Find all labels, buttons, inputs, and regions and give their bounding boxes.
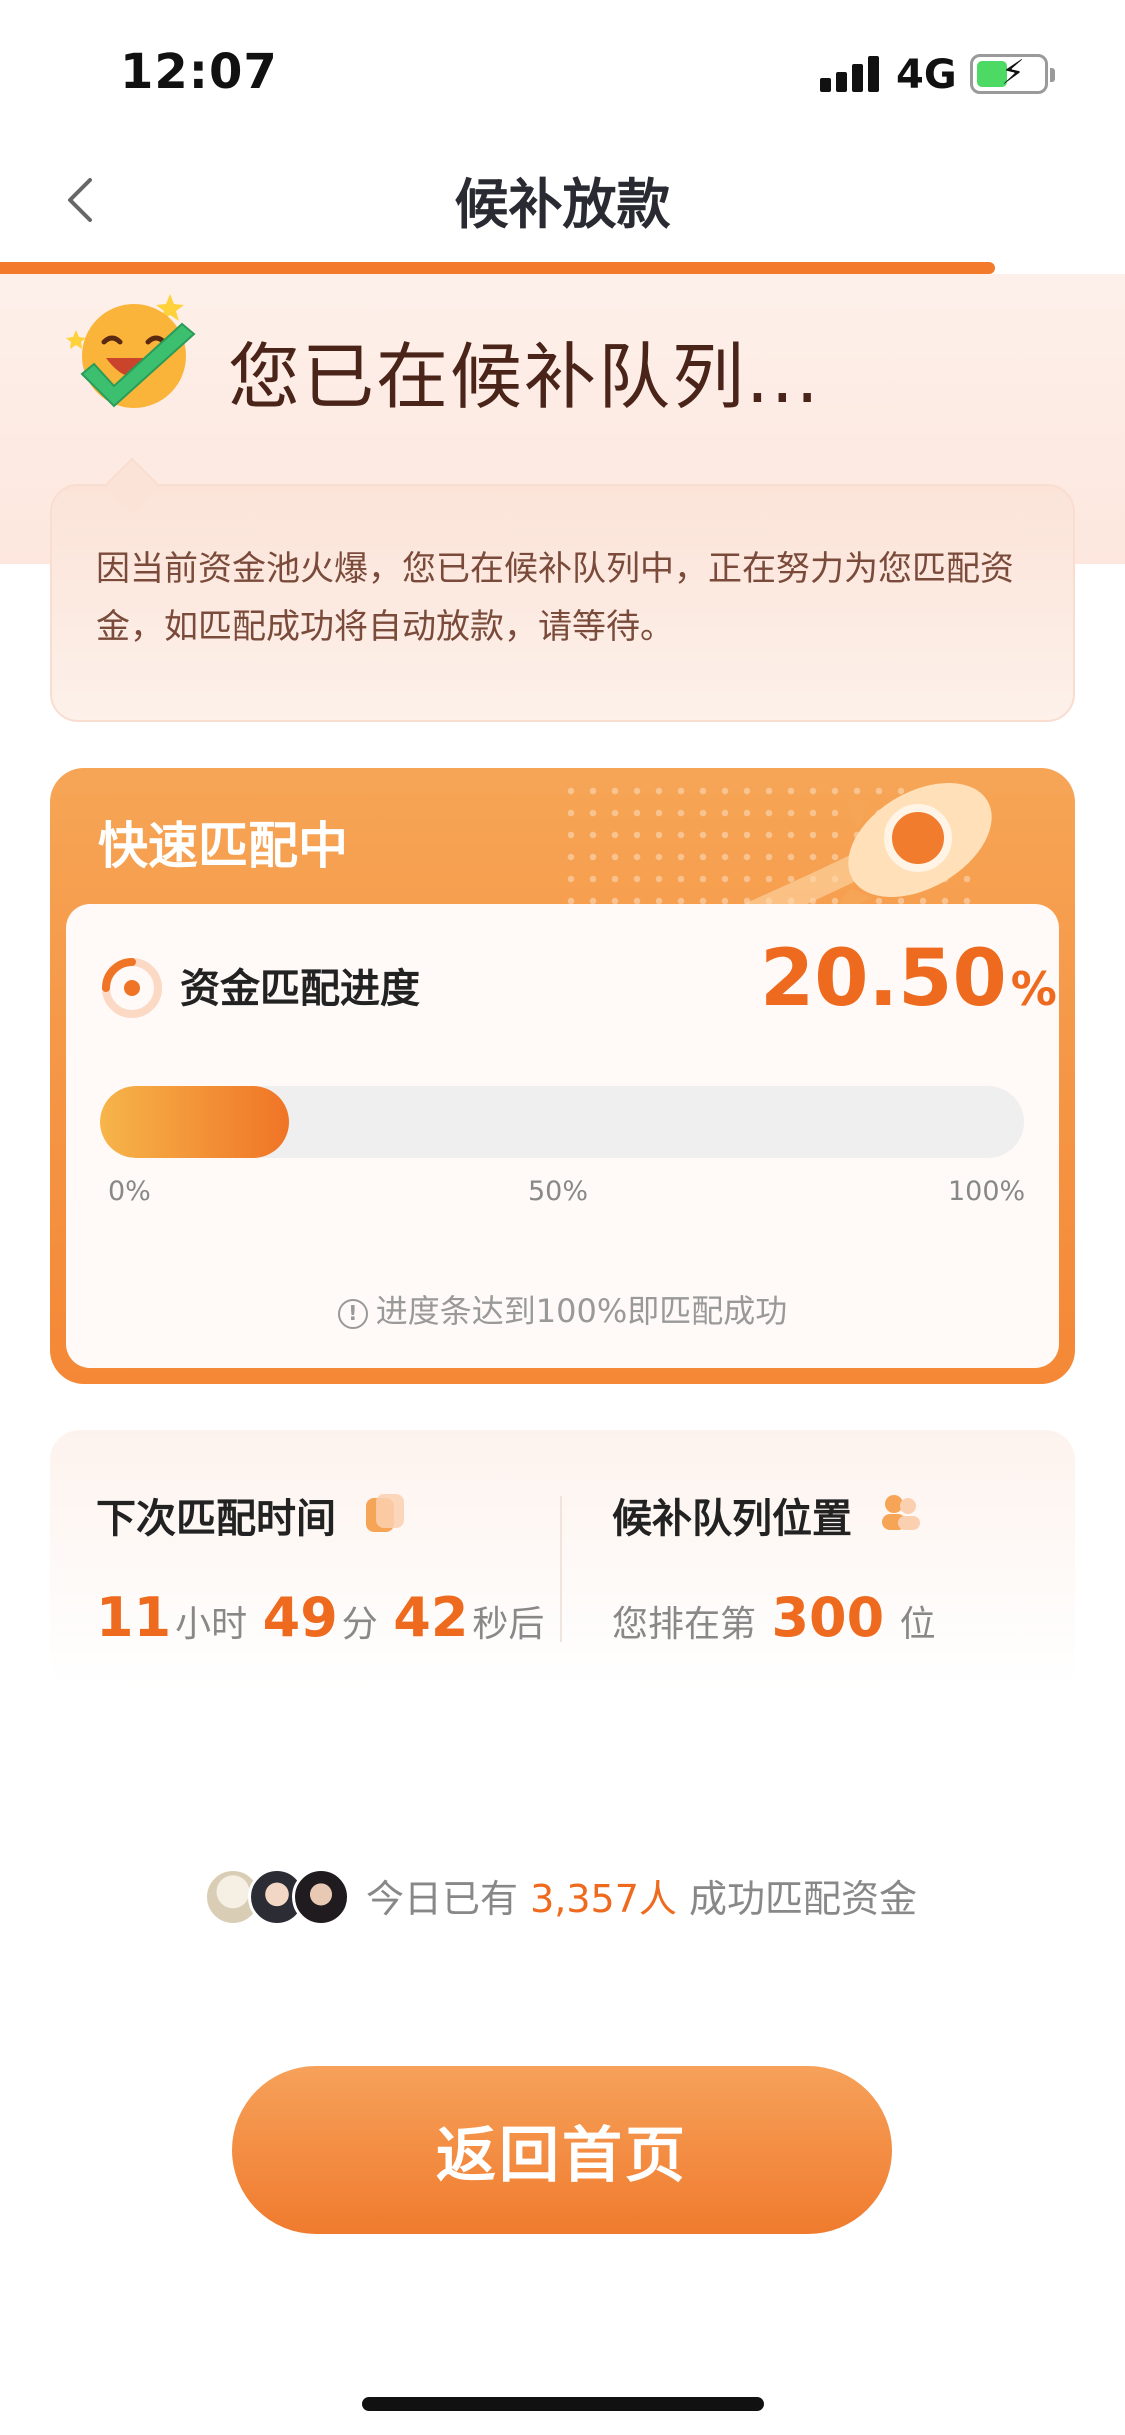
countdown-seconds: 42 [393,1586,469,1649]
battery-icon: ⚡ [970,53,1055,94]
notice-text: 因当前资金池火爆，您已在候补队列中，正在努力为您匹配资金，如匹配成功将自动放款，… [96,549,1014,647]
clock-card-icon [362,1490,408,1536]
social-count: 3,357人 [530,1877,677,1921]
progress-bar-fill [100,1086,290,1158]
social-suffix: 成功匹配资金 [689,1877,918,1921]
users-icon [878,1490,924,1536]
progress-number: 20.50 [760,934,1007,1024]
matching-title: 快速匹配中 [98,817,348,875]
queue-position-number: 300 [771,1586,885,1649]
queue-position-title: 候补队列位置 [612,1496,852,1542]
progress-unit: % [1010,962,1057,1016]
tick-50: 50% [528,1176,589,1207]
info-icon: ! [337,1299,368,1329]
countdown-hours: 11 [96,1586,172,1649]
page-title: 候补放款 [454,173,671,236]
tick-0: 0% [108,1176,151,1207]
network-label: 4G [896,52,957,98]
queue-headline: 您已在候补队列... [228,335,821,419]
tick-100: 100% [948,1176,1026,1207]
info-card [50,1430,1075,1690]
queue-prefix: 您排在第 [612,1604,757,1645]
rocket-icon [727,770,1040,933]
social-proof-text: 今日已有 3,357人 成功匹配资金 [366,1868,917,1923]
next-match-title: 下次匹配时间 [96,1496,336,1542]
next-match-countdown: 11 小时 49 分 42 秒后 [92,1586,544,1649]
countdown-seconds-unit: 秒后 [472,1604,545,1645]
queue-suffix: 位 [899,1604,936,1645]
progress-label: 资金匹配进度 [180,966,420,1012]
avatar-group [204,1868,354,1928]
happy-check-emoji-icon [62,290,212,430]
social-prefix: 今日已有 [366,1877,519,1921]
status-time: 12:07 [120,44,278,100]
signal-icon [820,56,882,92]
progress-hint: ! 进度条达到100%即匹配成功 [0,1286,1125,1332]
progress-hint-text: 进度条达到100%即匹配成功 [375,1292,788,1330]
queue-position-line: 您排在第 300 位 [612,1586,936,1649]
countdown-minutes-unit: 分 [341,1604,378,1645]
back-home-button[interactable]: 返回首页 [232,2066,892,2234]
avatar [292,1868,350,1926]
countdown-minutes: 49 [262,1586,338,1649]
countdown-hours-unit: 小时 [175,1604,248,1645]
progress-ring-icon [100,956,164,1020]
progress-bar [100,1086,1024,1158]
top-progress-line [0,262,995,274]
info-divider [560,1496,562,1642]
home-indicator [362,2397,764,2411]
progress-value: 20.50% [760,934,1057,1024]
